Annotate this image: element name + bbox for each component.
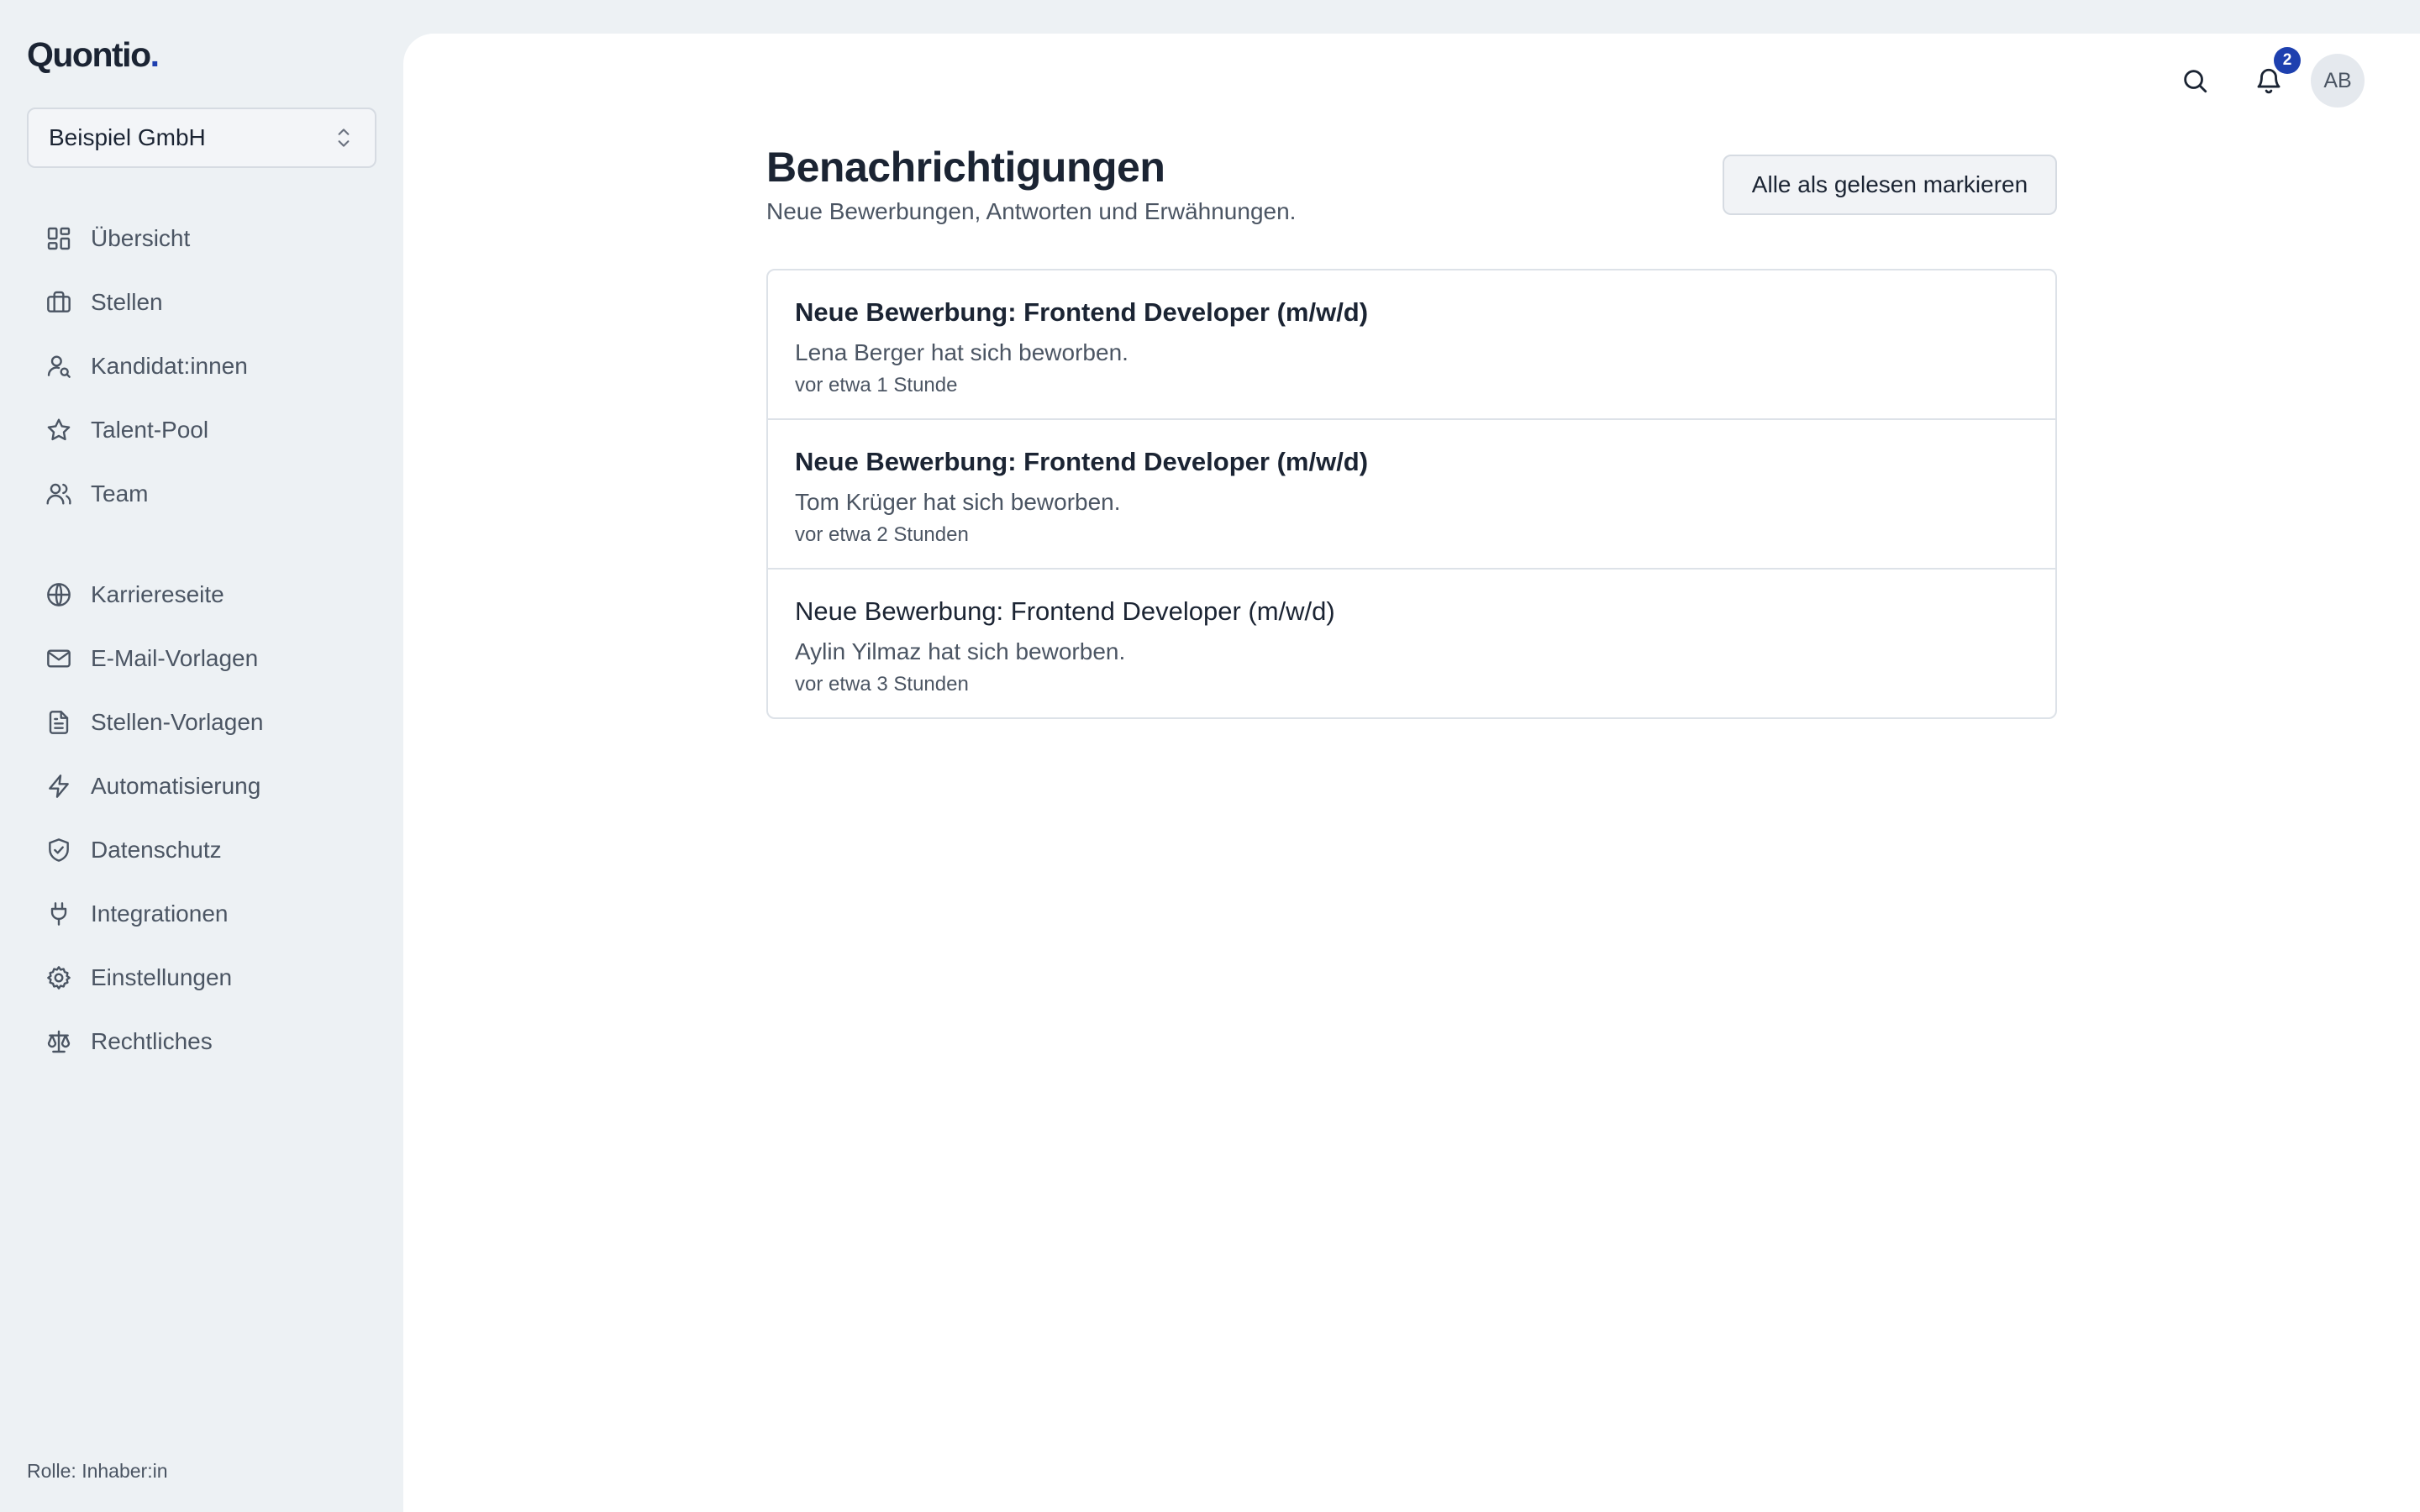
sidebar-item-datenschutz[interactable]: Datenschutz — [27, 818, 376, 882]
sidebar: Quontio. Beispiel GmbH Übersicht Stellen… — [0, 0, 403, 1512]
gear-icon — [47, 966, 71, 990]
notification-list: Neue Bewerbung: Frontend Developer (m/w/… — [766, 269, 2057, 719]
notification-body: Aylin Yilmaz hat sich beworben. — [795, 638, 1126, 664]
brand-logo[interactable]: Quontio. — [27, 35, 160, 75]
sidebar-item-einstellungen[interactable]: Einstellungen — [27, 946, 376, 1010]
briefcase-icon — [47, 291, 71, 312]
mail-icon — [47, 649, 71, 668]
sidebar-item-label: Automatisierung — [91, 773, 261, 799]
zap-icon — [49, 774, 69, 798]
star-icon — [47, 418, 71, 441]
sidebar-item-talent-pool[interactable]: Talent-Pool — [27, 398, 376, 462]
notification-item[interactable]: Neue Bewerbung: Frontend Developer (m/w/… — [768, 570, 2055, 717]
plug-icon — [50, 902, 67, 926]
sidebar-item-label: Stellen-Vorlagen — [91, 709, 264, 735]
globe-icon — [47, 583, 71, 606]
notification-title: Neue Bewerbung: Frontend Developer (m/w/… — [795, 596, 1335, 626]
dashboard-icon — [47, 227, 71, 250]
notification-body: Lena Berger hat sich beworben. — [795, 339, 1128, 365]
notification-time: vor etwa 2 Stunden — [795, 523, 969, 546]
notification-time: vor etwa 1 Stunde — [795, 374, 958, 396]
sidebar-item-rechtliches[interactable]: Rechtliches — [27, 1010, 376, 1074]
sidebar-item-label: E-Mail-Vorlagen — [91, 645, 259, 671]
page-title: Benachrichtigungen — [766, 144, 1165, 191]
notification-body: Tom Krüger hat sich beworben. — [795, 489, 1121, 515]
sidebar-item-automatisierung[interactable]: Automatisierung — [27, 754, 376, 818]
notification-item[interactable]: Neue Bewerbung: Frontend Developer (m/w/… — [768, 420, 2055, 570]
notification-title: Neue Bewerbung: Frontend Developer (m/w/… — [795, 297, 1369, 327]
file-text-icon — [49, 711, 69, 734]
organization-select[interactable]: Beispiel GmbH — [27, 108, 376, 168]
mark-all-read-button[interactable]: Alle als gelesen markieren — [1723, 155, 2057, 215]
search-button[interactable] — [2168, 54, 2222, 108]
shield-check-icon — [49, 838, 69, 862]
notification-time: vor etwa 3 Stunden — [795, 673, 969, 696]
notification-item[interactable]: Neue Bewerbung: Frontend Developer (m/w/… — [768, 270, 2055, 420]
main-panel: 2 AB Benachrichtigungen Neue Bewerbungen… — [403, 34, 2420, 1512]
sidebar-item-uebersicht[interactable]: Übersicht — [27, 207, 376, 270]
sidebar-item-stellen-vorlagen[interactable]: Stellen-Vorlagen — [27, 690, 376, 754]
sidebar-item-kandidaten[interactable]: Kandidat:innen — [27, 334, 376, 398]
sidebar-item-karriereseite[interactable]: Karriereseite — [27, 563, 376, 627]
sidebar-item-label: Übersicht — [91, 225, 191, 251]
notification-count-badge: 2 — [2274, 47, 2301, 74]
sidebar-item-label: Karriereseite — [91, 581, 224, 607]
sidebar-item-label: Integrationen — [91, 900, 229, 927]
sidebar-item-label: Stellen — [91, 289, 163, 315]
sidebar-item-team[interactable]: Team — [27, 462, 376, 526]
sidebar-item-integrationen[interactable]: Integrationen — [27, 882, 376, 946]
organization-select-label: Beispiel GmbH — [49, 124, 206, 150]
users-icon — [46, 483, 71, 505]
sidebar-item-label: Rechtliches — [91, 1028, 213, 1054]
sidebar-item-stellen[interactable]: Stellen — [27, 270, 376, 334]
sidebar-nav: Übersicht Stellen Kandidat:innen Talent-… — [27, 207, 376, 1074]
brand-name: Quontio — [27, 35, 151, 74]
sidebar-divider — [27, 526, 376, 563]
notification-title: Neue Bewerbung: Frontend Developer (m/w/… — [795, 447, 1369, 476]
sidebar-item-email-vorlagen[interactable]: E-Mail-Vorlagen — [27, 627, 376, 690]
brand-dot: . — [150, 35, 160, 74]
sidebar-item-label: Datenschutz — [91, 837, 222, 863]
chevrons-up-down-icon — [338, 129, 350, 147]
sidebar-item-label: Talent-Pool — [91, 417, 209, 443]
sidebar-item-label: Team — [91, 480, 149, 507]
search-icon — [2184, 70, 2207, 93]
user-search-icon — [47, 355, 71, 378]
scale-icon — [47, 1030, 71, 1053]
sidebar-item-label: Kandidat:innen — [91, 353, 248, 379]
app-root: Quontio. Beispiel GmbH Übersicht Stellen… — [0, 0, 2420, 1512]
user-role-label: Rolle: Inhaber:in — [27, 1460, 168, 1482]
user-avatar[interactable]: AB — [2311, 54, 2365, 108]
page-subtitle: Neue Bewerbungen, Antworten und Erwähnun… — [766, 198, 1297, 224]
sidebar-item-label: Einstellungen — [91, 964, 233, 990]
